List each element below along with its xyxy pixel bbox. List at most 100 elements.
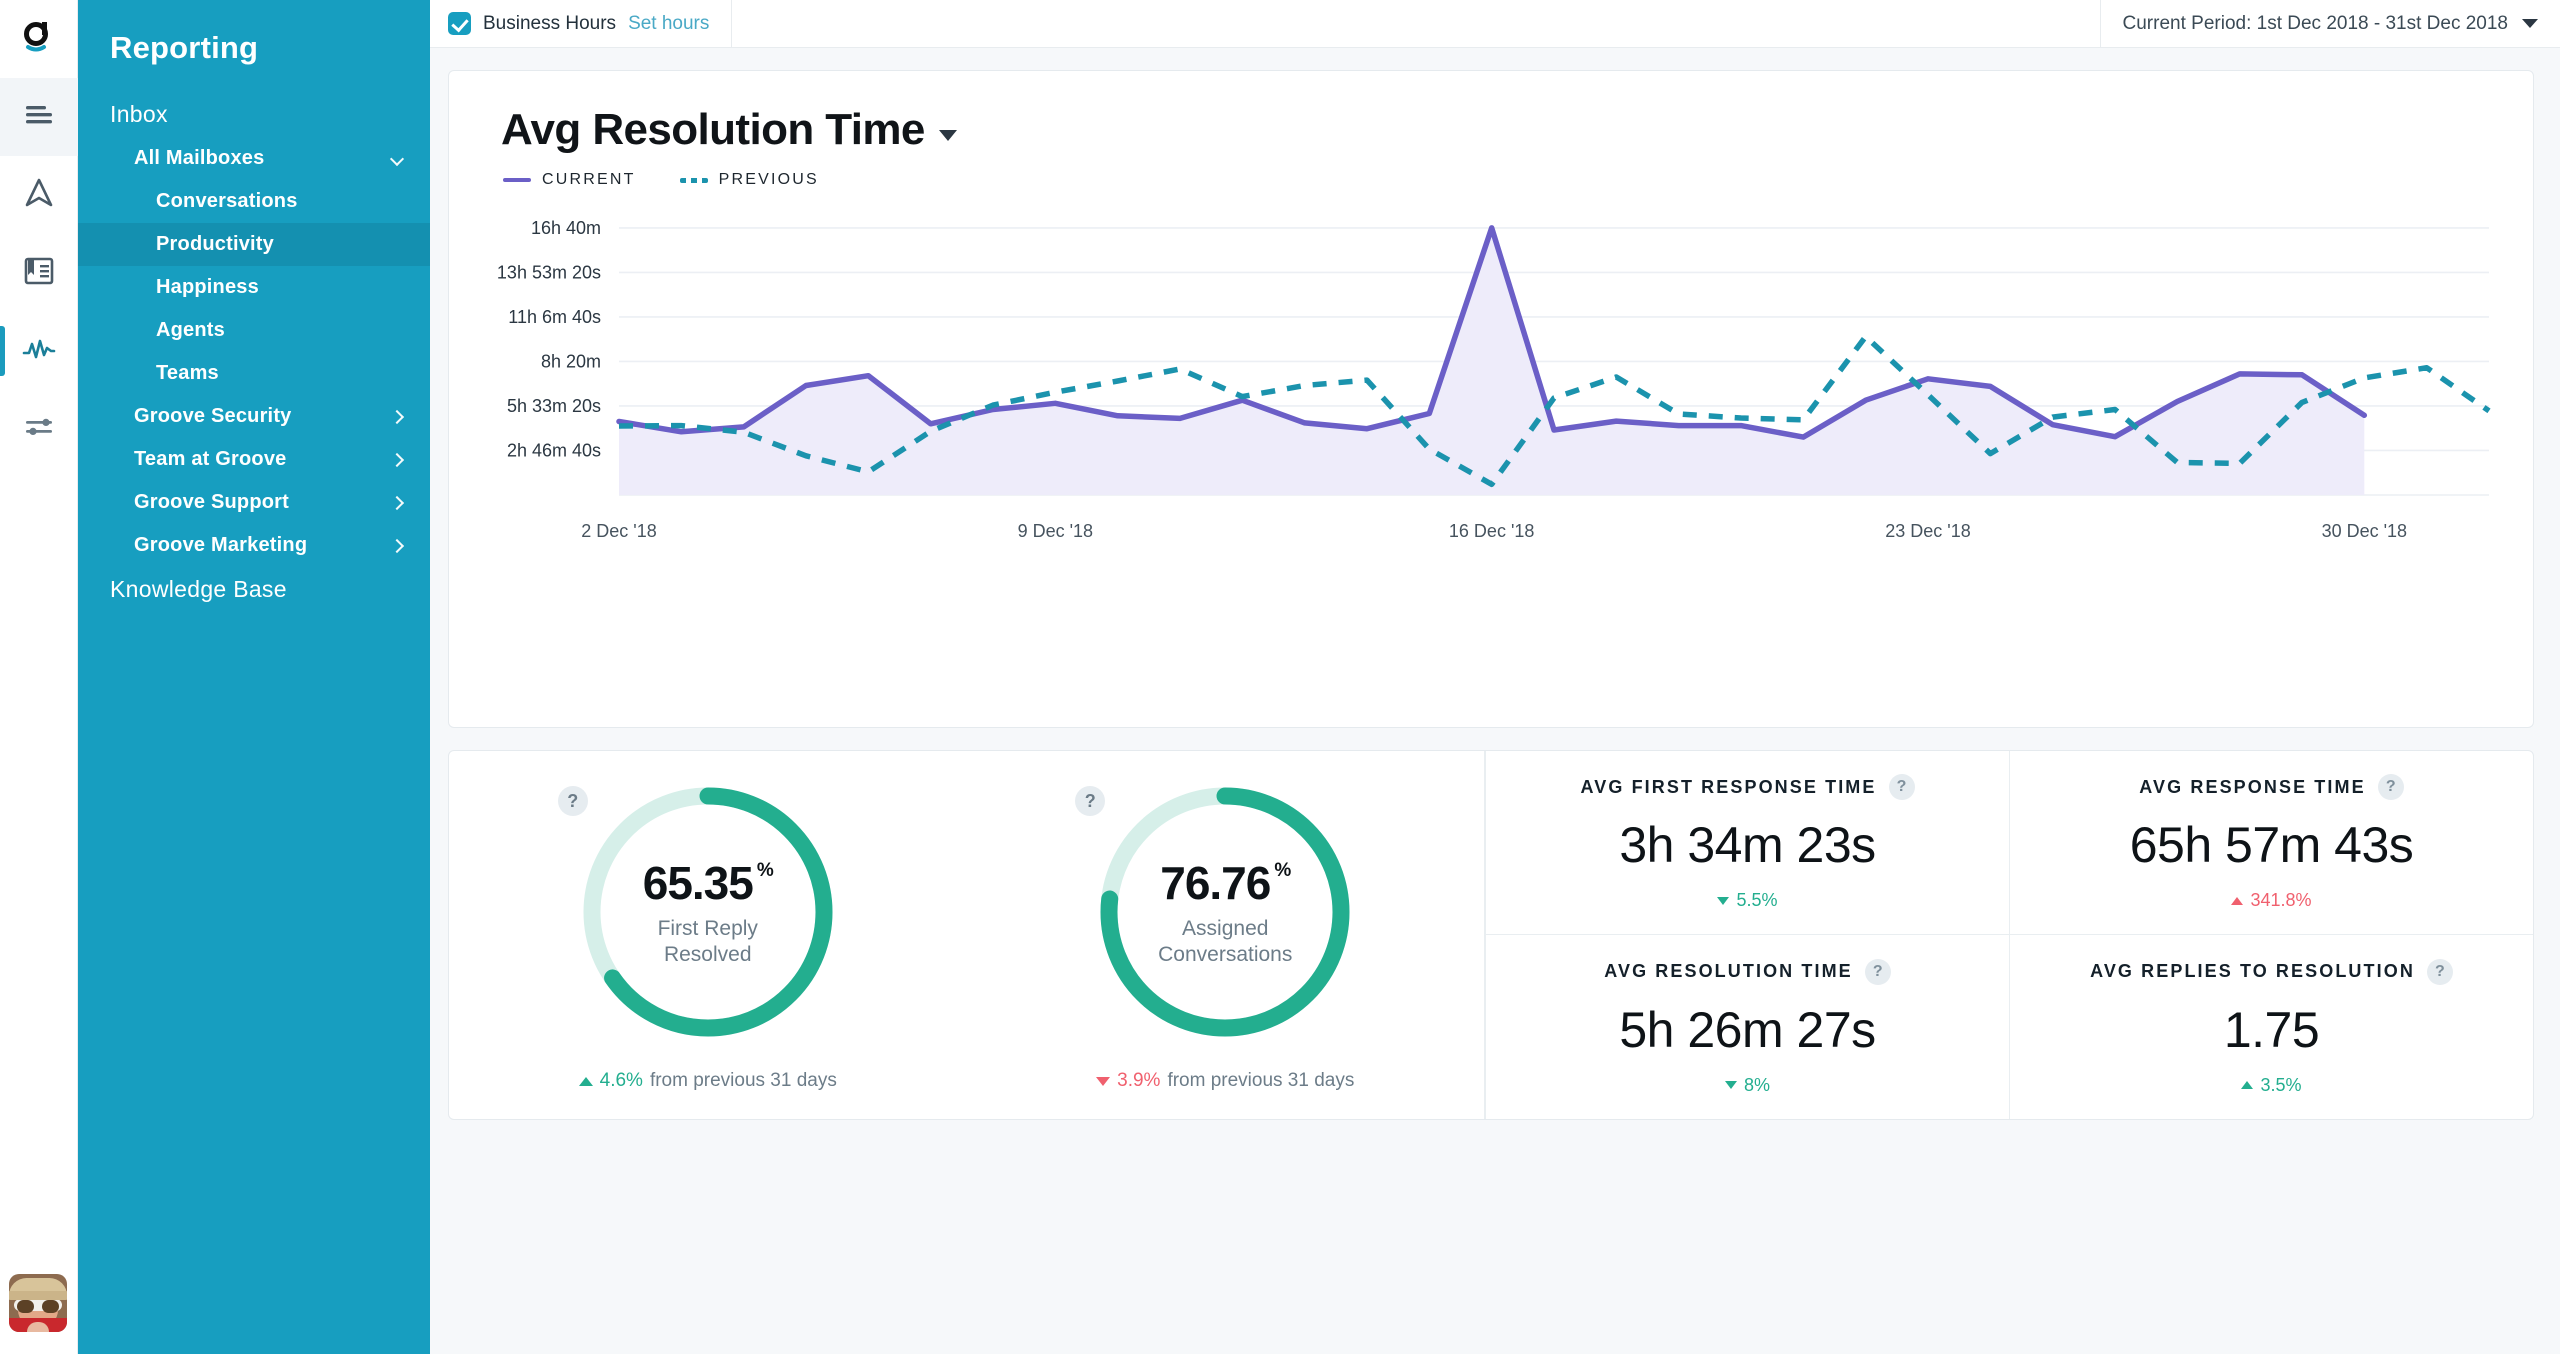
chart-plot: 16h 40m 13h 53m 20s 11h 6m 40s 8h 20m 5h 33m… [479, 203, 2503, 583]
svg-text:23 Dec '18: 23 Dec '18 [1885, 521, 1971, 541]
stat-value: 1.75 [2224, 1001, 2319, 1059]
sidebar-group-groove-support[interactable]: Groove Support [78, 481, 430, 524]
help-question-icon[interactable]: ? [2378, 774, 2404, 800]
sidebar-item-productivity[interactable]: Productivity [78, 223, 430, 266]
sidebar-item-knowledge-base[interactable]: Knowledge Base [78, 567, 430, 612]
chevron-right-icon [391, 409, 406, 424]
sidebar-group-groove-marketing[interactable]: Groove Marketing [78, 524, 430, 567]
line-chart-svg: 16h 40m 13h 53m 20s 11h 6m 40s 8h 20m 5h 33m… [479, 203, 2539, 583]
trend-down-icon [1717, 897, 1729, 905]
user-avatar[interactable] [9, 1274, 67, 1332]
sidebar-item-teams[interactable]: Teams [78, 352, 430, 395]
sliders-settings-icon [22, 414, 56, 445]
groove-logo-icon[interactable] [0, 0, 78, 78]
icon-rail [0, 0, 78, 1354]
legend-swatch-previous-icon [680, 178, 708, 183]
stat-head: AVG FIRST RESPONSE TIME ? [1581, 774, 1915, 800]
sidebar-group-label: Groove Support [134, 491, 289, 514]
rail-item-inbox[interactable] [0, 78, 78, 156]
donut-group: ? 65.35 % First [449, 751, 1485, 1119]
chart-title: Avg Resolution Time [501, 105, 925, 155]
trend-down-icon [1725, 1081, 1737, 1089]
donut-delta-value: 4.6% [600, 1070, 643, 1092]
rail-item-reporting[interactable] [0, 312, 78, 390]
stat-card-avg-response-time: AVG RESPONSE TIME ? 65h 57m 43s 341.8% [2009, 751, 2533, 935]
donut-card-assigned-conversations: ? 76.76 % Assign [967, 751, 1485, 1119]
rail-item-settings[interactable] [0, 390, 78, 468]
sidebar-item-agents[interactable]: Agents [78, 309, 430, 352]
period-label: Current Period: 1st Dec 2018 - 31st Dec … [2123, 13, 2508, 35]
chevron-right-icon [391, 452, 406, 467]
chart-title-row: Avg Resolution Time [479, 105, 2503, 155]
svg-text:2h 46m 40s: 2h 46m 40s [507, 440, 601, 460]
stat-head: AVG REPLIES TO RESOLUTION ? [2090, 959, 2453, 985]
legend-item-previous: PREVIOUS [680, 171, 819, 189]
svg-text:11h 6m 40s: 11h 6m 40s [508, 307, 601, 327]
stat-card-avg-resolution-time: AVG RESOLUTION TIME ? 5h 26m 27s 8% [1485, 935, 2009, 1119]
chevron-right-icon [391, 538, 406, 553]
stat-grid: AVG FIRST RESPONSE TIME ? 3h 34m 23s 5.5… [1485, 751, 2533, 1119]
stat-title: AVG FIRST RESPONSE TIME [1581, 777, 1877, 798]
knowledge-book-icon [22, 255, 56, 292]
business-hours-label: Business Hours [483, 13, 616, 35]
svg-text:8h 20m: 8h 20m [541, 351, 601, 371]
caret-down-icon [2522, 19, 2538, 28]
stat-delta-value: 3.5% [2260, 1075, 2301, 1096]
donut-delta: 3.9% from previous 31 days [1096, 1070, 1354, 1092]
svg-text:5h 33m 20s: 5h 33m 20s [507, 396, 601, 416]
set-hours-link[interactable]: Set hours [628, 13, 709, 35]
rail-item-explore[interactable] [0, 156, 78, 234]
app-root: Reporting Inbox All Mailboxes Conversati… [0, 0, 2560, 1354]
donut-card-first-reply-resolved: ? 65.35 % First [449, 751, 967, 1119]
sidebar-group-all-mailboxes[interactable]: All Mailboxes [78, 137, 430, 180]
trend-down-icon [1096, 1077, 1110, 1086]
trend-up-icon [579, 1077, 593, 1086]
sidebar-item-happiness[interactable]: Happiness [78, 266, 430, 309]
stat-delta: 8% [1725, 1075, 1770, 1096]
donut-delta-suffix: from previous 31 days [1167, 1070, 1354, 1092]
help-question-icon[interactable]: ? [558, 786, 588, 816]
pulse-reporting-icon [21, 337, 57, 366]
svg-text:16h 40m: 16h 40m [531, 218, 601, 238]
stat-delta-value: 5.5% [1736, 890, 1777, 911]
reporting-sidebar: Reporting Inbox All Mailboxes Conversati… [78, 0, 430, 1354]
stat-head: AVG RESOLUTION TIME ? [1604, 959, 1891, 985]
business-hours-checkbox[interactable] [448, 12, 471, 35]
stat-value: 65h 57m 43s [2130, 816, 2414, 874]
trend-up-icon [2231, 897, 2243, 905]
svg-text:2 Dec '18: 2 Dec '18 [581, 521, 656, 541]
donut-wrap: ? 76.76 % Assign [1091, 778, 1359, 1046]
business-hours-toggle[interactable]: Business Hours Set hours [430, 0, 732, 47]
inbox-lines-icon [22, 102, 56, 133]
sidebar-item-conversations[interactable]: Conversations [78, 180, 430, 223]
help-question-icon[interactable]: ? [1865, 959, 1891, 985]
stat-delta: 5.5% [1717, 890, 1777, 911]
help-question-icon[interactable]: ? [1889, 774, 1915, 800]
stat-title: AVG RESPONSE TIME [2139, 777, 2365, 798]
legend-label-previous: PREVIOUS [719, 171, 819, 189]
trend-up-icon [2241, 1081, 2253, 1089]
donut-delta: 4.6% from previous 31 days [579, 1070, 837, 1092]
sidebar-group-groove-security[interactable]: Groove Security [78, 395, 430, 438]
stat-title: AVG RESOLUTION TIME [1604, 961, 1853, 982]
chart-metric-caret-down-icon[interactable] [939, 130, 957, 141]
stat-card-avg-first-response-time: AVG FIRST RESPONSE TIME ? 3h 34m 23s 5.5… [1485, 751, 2009, 935]
help-question-icon[interactable]: ? [2427, 959, 2453, 985]
sidebar-title: Reporting [78, 12, 430, 92]
svg-text:13h 53m 20s: 13h 53m 20s [497, 262, 601, 282]
top-bar-spacer [732, 0, 2099, 47]
period-selector[interactable]: Current Period: 1st Dec 2018 - 31st Dec … [2100, 0, 2560, 47]
donut-wrap: ? 65.35 % First [574, 778, 842, 1046]
stat-value: 3h 34m 23s [1619, 816, 1875, 874]
sidebar-group-label: Groove Security [134, 405, 292, 428]
svg-text:9 Dec '18: 9 Dec '18 [1018, 521, 1093, 541]
stat-delta: 341.8% [2231, 890, 2311, 911]
donut-delta-suffix: from previous 31 days [650, 1070, 837, 1092]
donut-chart-svg [574, 778, 842, 1046]
donut-delta-value: 3.9% [1117, 1070, 1160, 1092]
sidebar-group-team-at-groove[interactable]: Team at Groove [78, 438, 430, 481]
legend-label-current: CURRENT [542, 171, 636, 189]
rail-item-knowledge-base[interactable] [0, 234, 78, 312]
sidebar-item-inbox[interactable]: Inbox [78, 92, 430, 137]
stat-value: 5h 26m 27s [1619, 1001, 1875, 1059]
